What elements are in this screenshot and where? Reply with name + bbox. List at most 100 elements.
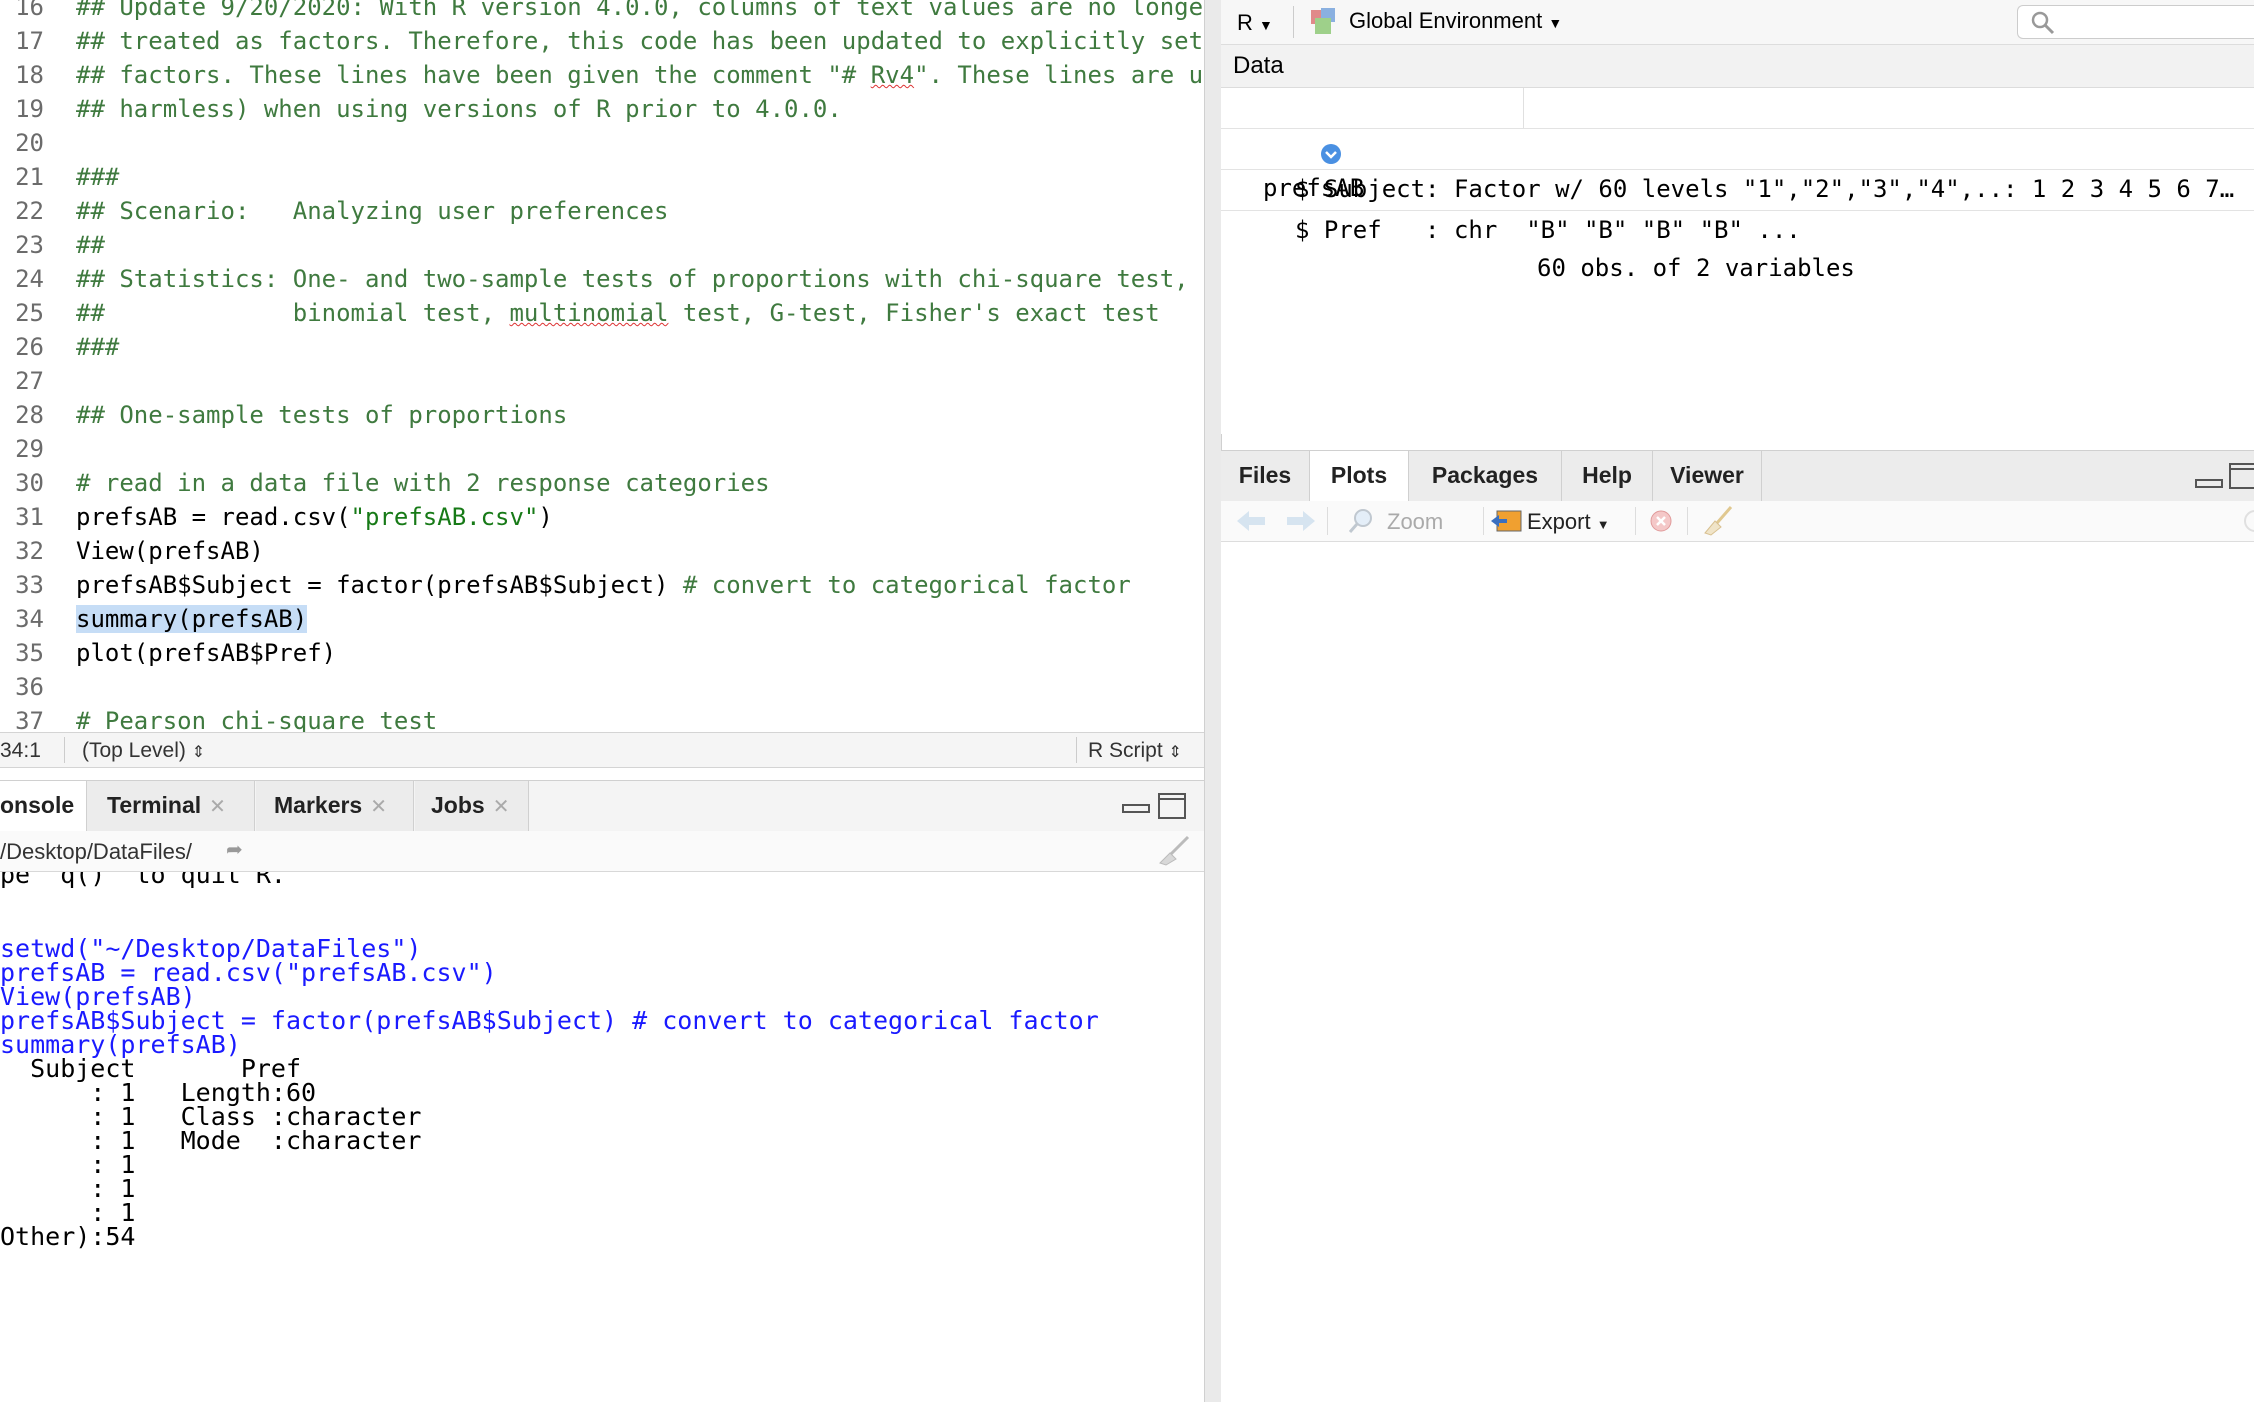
code-line: 18 ## factors. These lines have been give… — [0, 58, 1204, 92]
code-line: 36 — [0, 670, 1204, 704]
line-number: 37 — [15, 707, 44, 732]
code-line: 31 prefsAB = read.csv("prefsAB.csv") — [0, 500, 1204, 534]
close-icon[interactable]: ✕ — [370, 796, 387, 818]
zoom-button[interactable]: Zoom — [1387, 509, 1443, 535]
console-output[interactable]: pe 'q()' to quit R. setwd("~/Desktop/Data… — [0, 872, 1204, 1402]
language-selector[interactable]: R ▼ — [1237, 10, 1273, 36]
line-number: 33 — [15, 571, 44, 599]
line-number: 21 — [15, 163, 44, 191]
goto-dir-icon[interactable]: ➦ — [226, 837, 243, 862]
code-text: ## treated as factors. Therefore, this c… — [76, 24, 1203, 58]
scope-label: Global Environment — [1349, 8, 1543, 33]
code-line: 24 ## Statistics: One- and two-sample tes… — [0, 262, 1204, 296]
environment-selector[interactable]: Global Environment ▼ — [1349, 8, 1562, 34]
object-detail-pref: $ Pref : chr "B" "B" "B" "B" ... — [1221, 170, 2254, 244]
maximize-pane-icon[interactable] — [1158, 793, 1186, 819]
tab-label: Help — [1582, 462, 1632, 488]
source-editor[interactable]: 16 ## Update 9/20/2020: With R version 4.… — [0, 0, 1204, 732]
code-text: ### — [76, 160, 119, 194]
export-button[interactable]: Export ▼ — [1527, 509, 1610, 535]
code-line: 29 — [0, 432, 1204, 466]
code-comment: ## Scenario: Analyzing user preferences — [76, 197, 669, 225]
scope-label: (Top Level) — [82, 739, 186, 762]
tab-plots[interactable]: Plots — [1310, 451, 1409, 501]
close-icon[interactable]: ✕ — [493, 796, 510, 818]
object-detail-subject: $ Subject: Factor w/ 60 levels "1","2","… — [1221, 129, 2254, 203]
code-comment: # read in a data file with 2 response ca… — [76, 469, 770, 497]
plot-viewer — [1221, 542, 2254, 1402]
code-token: prefsAB$Subject = factor(prefsAB$Subject… — [76, 571, 683, 599]
code-token: plot(prefsAB$Pref) — [76, 639, 337, 667]
chevron-down-icon: ▼ — [1259, 17, 1273, 33]
tab-console[interactable]: onsole — [0, 781, 87, 831]
code-text: ## harmless) when using versions of R pr… — [76, 92, 842, 126]
code-comment: ## binomial test, multinomial test, G-te… — [76, 299, 1160, 327]
refresh-icon[interactable] — [2237, 507, 2254, 541]
code-text: plot(prefsAB$Pref) — [76, 636, 336, 670]
files-tabbar: Files Plots Packages Help Viewer — [1221, 450, 2254, 502]
line-number: 25 — [15, 299, 44, 327]
tab-label: Jobs — [431, 792, 485, 818]
code-text: View(prefsAB) — [76, 534, 264, 568]
tab-files[interactable]: Files — [1221, 451, 1310, 501]
code-text: # Pearson chi-square test — [76, 704, 437, 732]
editor-status-bar: 34:1 (Top Level) ⇕ R Script ⇕ — [0, 732, 1204, 768]
data-section-header: Data — [1221, 45, 2254, 88]
language-label: R — [1237, 10, 1253, 35]
line-number: 34 — [15, 605, 44, 633]
tab-viewer[interactable]: Viewer — [1653, 451, 1762, 501]
code-line: 26 ### — [0, 330, 1204, 364]
console-output-line: Other):54 — [0, 1222, 452, 1251]
clear-console-icon[interactable] — [1156, 835, 1192, 873]
console-output-line: pe 'q()' to quit R. — [0, 872, 286, 889]
code-line: 30 # read in a data file with 2 response … — [0, 466, 1204, 500]
tab-label: onsole — [0, 792, 75, 818]
tab-packages[interactable]: Packages — [1409, 451, 1562, 501]
chevron-down-icon: ▼ — [1596, 517, 1610, 532]
tab-markers[interactable]: Markers ✕ — [256, 781, 414, 831]
code-line: 25 ## binomial test, multinomial test, G-… — [0, 296, 1204, 330]
close-icon[interactable]: ✕ — [209, 796, 226, 818]
console-tabbar: onsole Terminal ✕ Markers ✕ Jobs ✕ — [0, 780, 1204, 832]
code-comment: ### — [76, 163, 120, 191]
tab-jobs[interactable]: Jobs ✕ — [415, 781, 529, 831]
code-comment: # Pearson chi-square test — [76, 707, 438, 732]
code-line: 19 ## harmless) when using versions of R … — [0, 92, 1204, 126]
code-comment: ## Statistics: One- and two-sample tests… — [76, 265, 1189, 293]
environment-search-input[interactable] — [2017, 5, 2254, 39]
code-comment: ## Update 9/20/2020: With R version 4.0.… — [76, 0, 1204, 21]
code-string: "prefsAB.csv" — [350, 503, 539, 531]
section-label: Data — [1233, 52, 1284, 79]
tab-terminal[interactable]: Terminal ✕ — [87, 781, 255, 831]
zoom-icon — [1347, 507, 1375, 541]
line-number: 27 — [15, 367, 44, 395]
minimize-pane-icon[interactable] — [1122, 799, 1150, 813]
detail-text: $ Pref : chr "B" "B" "B" "B" ... — [1295, 216, 1801, 244]
code-text: summary(prefsAB) — [76, 602, 308, 636]
environment-toolbar: R ▼ Global Environment ▼ — [1221, 0, 2254, 45]
environment-icon — [1309, 6, 1339, 41]
tab-help[interactable]: Help — [1562, 451, 1653, 501]
line-number: 16 — [15, 0, 44, 21]
object-summary: 60 obs. of 2 variables — [1537, 254, 1855, 282]
maximize-pane-icon[interactable] — [2229, 463, 2254, 489]
clear-plots-icon[interactable] — [1703, 505, 1735, 543]
code-text: # read in a data file with 2 response ca… — [76, 466, 770, 500]
environment-object-row[interactable]: prefsAB 60 obs. of 2 variables — [1221, 88, 2254, 282]
forward-arrow-icon[interactable] — [1285, 509, 1317, 539]
minimize-pane-icon[interactable] — [2195, 475, 2223, 488]
export-icon — [1489, 507, 1523, 541]
export-label: Export — [1527, 509, 1591, 534]
code-text: ## binomial test, multinomial test, G-te… — [76, 296, 1160, 330]
delete-plot-icon[interactable] — [1649, 509, 1673, 539]
code-line: 22 ## Scenario: Analyzing user preference… — [0, 194, 1204, 228]
code-comment: ## treated as factors. Therefore, this c… — [76, 27, 1204, 55]
pane-splitter[interactable] — [1204, 0, 1222, 1402]
scope-selector[interactable]: (Top Level) ⇕ — [82, 739, 205, 763]
back-arrow-icon[interactable] — [1235, 509, 1267, 539]
tab-label: Markers — [274, 792, 363, 818]
filetype-selector[interactable]: R Script ⇕ — [1088, 739, 1182, 763]
code-line: 37 # Pearson chi-square test — [0, 704, 1204, 732]
code-comment: ## One-sample tests of proportions — [76, 401, 568, 429]
tab-label: Files — [1238, 462, 1292, 488]
